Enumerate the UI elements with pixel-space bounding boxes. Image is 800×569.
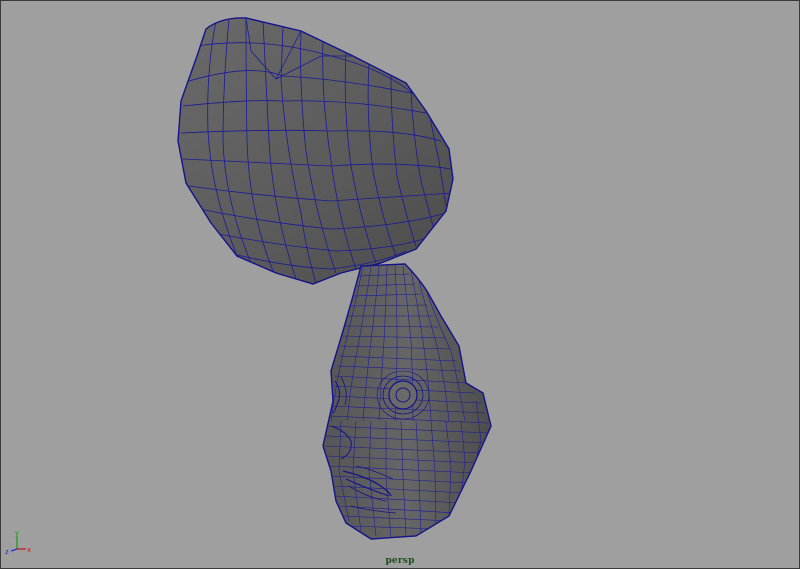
axis-x-label: x (27, 546, 31, 554)
camera-label: persp (385, 556, 415, 566)
hair-mesh[interactable] (177, 17, 454, 285)
scene-render[interactable] (1, 1, 799, 568)
axis-z-label: z (5, 548, 9, 555)
axis-z-line (10, 548, 18, 552)
axis-gizmo: y x z (5, 529, 31, 555)
perspective-viewport[interactable]: y x z persp (0, 0, 800, 569)
head-mesh[interactable] (322, 263, 492, 540)
axis-y-label: y (15, 529, 19, 537)
